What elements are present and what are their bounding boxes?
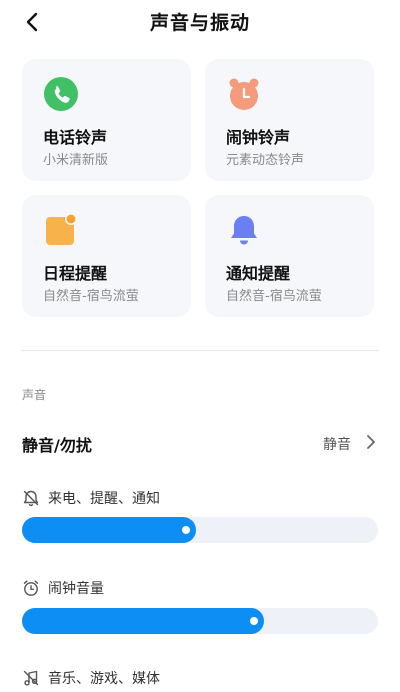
card-title: 通知提醒	[226, 264, 291, 283]
card-subtitle: 自然音-宿鸟流萤	[43, 289, 139, 304]
volume-label-ringer: 来电、提醒、通知	[22, 487, 160, 509]
card-subtitle: 元素动态铃声	[226, 153, 305, 168]
card-title: 电话铃声	[43, 128, 108, 147]
mute-dnd-row[interactable]: 静音/勿扰 静音	[0, 424, 400, 460]
volume-label-text: 来电、提醒、通知	[48, 491, 160, 507]
card-title: 日程提醒	[43, 264, 108, 283]
notification-reminder-card[interactable]: 通知提醒 自然音-宿鸟流萤	[205, 195, 374, 317]
volume-label-text: 闹钟音量	[48, 581, 104, 597]
row-value: 静音	[323, 437, 351, 453]
phone-ringtone-card[interactable]: 电话铃声 小米清新版	[22, 59, 191, 181]
chevron-right-icon	[367, 435, 375, 449]
ringer-volume-slider[interactable]	[22, 517, 378, 543]
volume-label-text: 音乐、游戏、媒体	[48, 671, 160, 687]
bell-outline-icon	[22, 489, 40, 507]
card-subtitle: 自然音-宿鸟流萤	[226, 289, 322, 304]
page-title: 声音与振动	[149, 12, 250, 34]
volume-label-alarm: 闹钟音量	[22, 577, 104, 599]
alarm-ringtone-card[interactable]: 闹钟铃声 元素动态铃声	[205, 59, 374, 181]
music-note-icon	[22, 669, 40, 687]
slider-fill	[22, 517, 197, 543]
alarm-volume-slider[interactable]	[22, 608, 378, 634]
card-title: 闹钟铃声	[226, 128, 291, 147]
alarm-outline-icon	[22, 579, 40, 597]
phone-icon	[43, 76, 79, 112]
bell-icon	[226, 212, 262, 248]
card-subtitle: 小米清新版	[43, 153, 109, 168]
top-bar: 声音与振动	[0, 0, 400, 44]
slider-fill	[22, 608, 265, 634]
calendar-reminder-card[interactable]: 日程提醒 自然音-宿鸟流萤	[22, 195, 191, 317]
alarm-clock-icon	[226, 76, 262, 112]
calendar-icon	[43, 212, 79, 248]
row-label: 静音/勿扰	[22, 436, 92, 455]
volume-label-media: 音乐、游戏、媒体	[22, 667, 160, 689]
section-label-sound: 声音	[22, 388, 47, 402]
divider	[22, 350, 378, 351]
